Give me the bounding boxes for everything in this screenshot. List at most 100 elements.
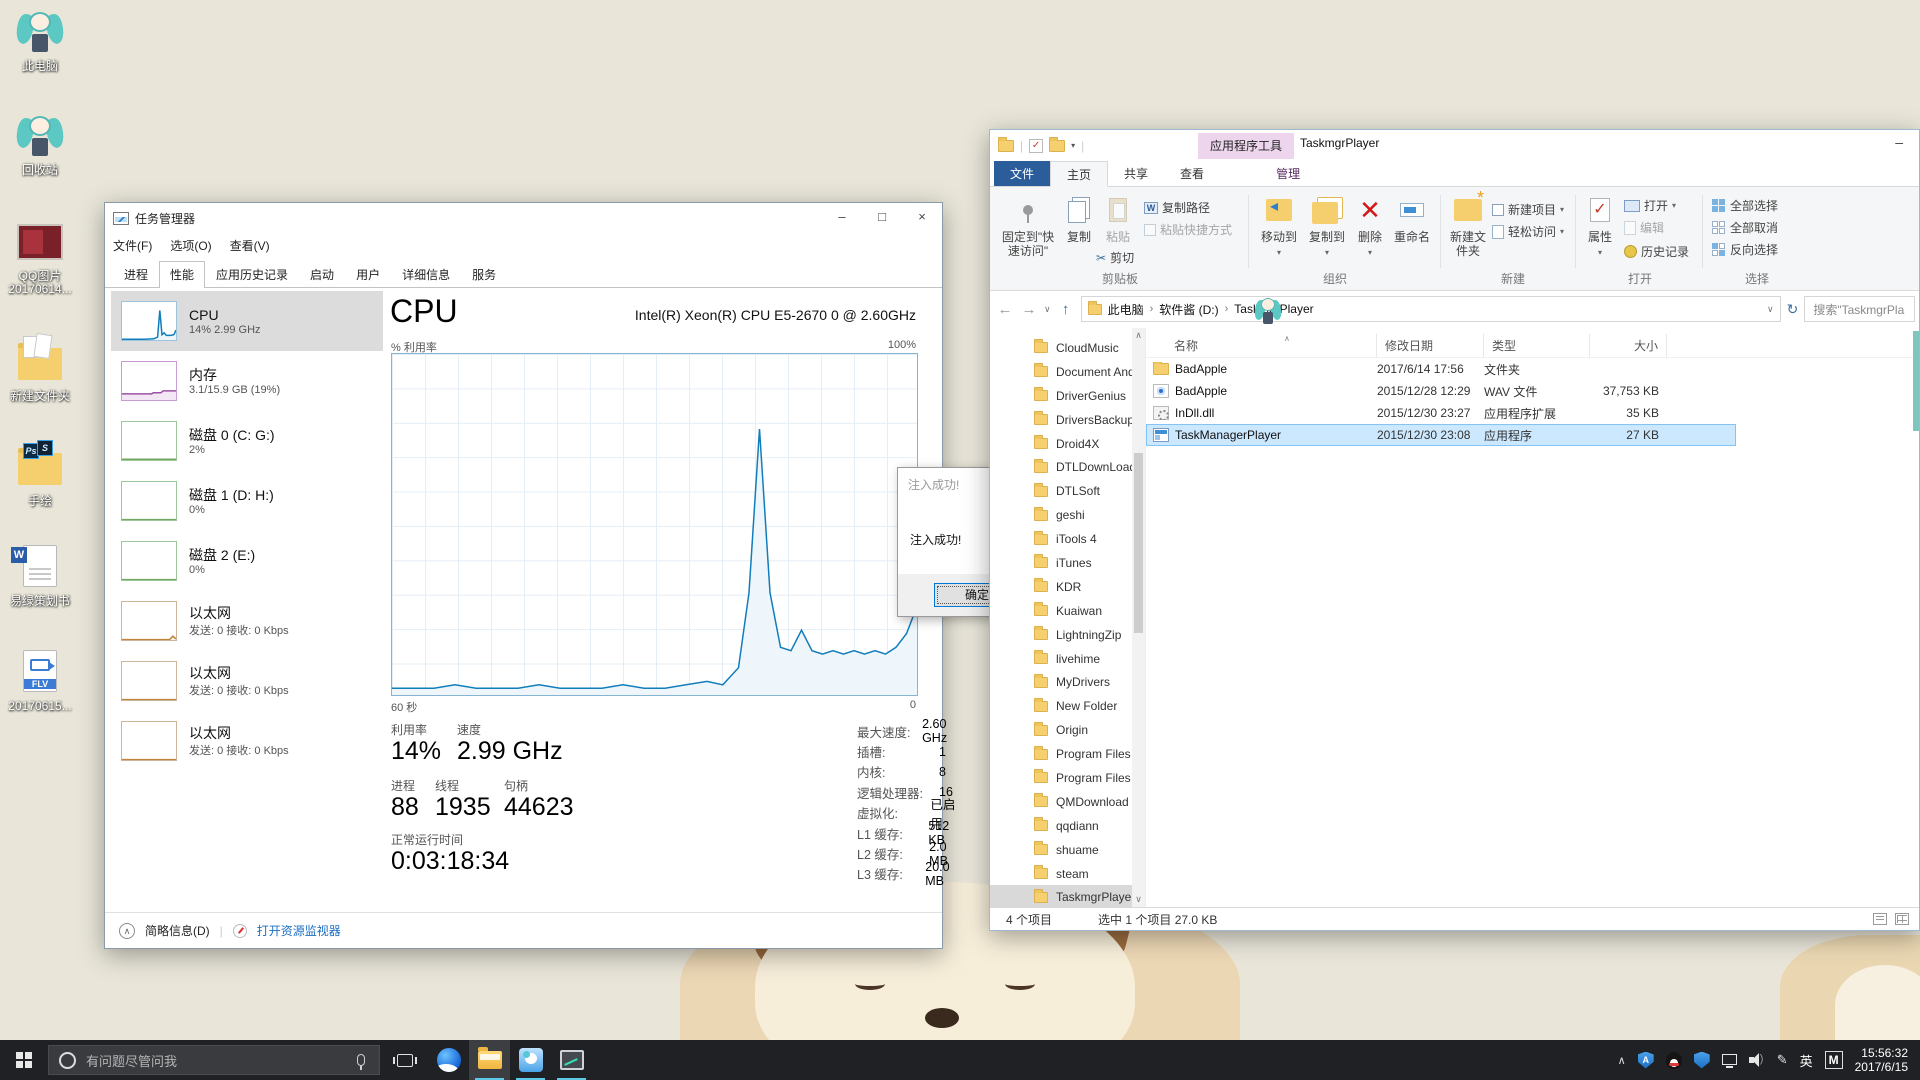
history-button[interactable]: 历史记录 — [1624, 243, 1689, 260]
column-header-date[interactable]: 修改日期 — [1377, 334, 1484, 357]
cortana-search-box[interactable]: 有问题尽管问我 — [48, 1045, 380, 1075]
move-to-button[interactable]: 移动到 ▾ — [1256, 193, 1302, 260]
rename-button[interactable]: 重命名 — [1388, 193, 1436, 244]
tray-expand-icon[interactable]: ∧ — [1618, 1054, 1626, 1067]
thumbnails-view-icon[interactable] — [1895, 913, 1909, 925]
task-view-button[interactable] — [388, 1040, 422, 1080]
file-row-InDll.dll[interactable]: InDll.dll 2015/12/30 23:27 应用程序扩展 35 KB — [1146, 402, 1736, 424]
taskmgr-tab-进程[interactable]: 进程 — [113, 261, 159, 288]
nav-folder-DriversBackup[interactable]: DriversBackup — [990, 408, 1145, 432]
breadcrumb-drive-d[interactable]: 软件酱 (D:) — [1159, 301, 1218, 318]
open-button[interactable]: 打开 ▾ — [1624, 197, 1676, 214]
properties-qat-icon[interactable]: ✓ — [1029, 138, 1044, 153]
nav-scrollbar-thumb[interactable] — [1134, 453, 1143, 633]
qq-icon[interactable] — [1665, 1051, 1682, 1069]
properties-button[interactable]: ✓ 属性 ▾ — [1582, 193, 1618, 260]
column-header-type[interactable]: 类型 — [1484, 334, 1590, 357]
taskmgr-titlebar[interactable]: 任务管理器 – □ × — [105, 203, 942, 233]
paste-shortcut-button[interactable]: 粘贴快捷方式 — [1144, 221, 1232, 238]
search-input[interactable]: 搜索"TaskmgrPla — [1804, 296, 1915, 322]
security-shield-icon[interactable] — [1693, 1051, 1710, 1069]
delete-button[interactable]: ✕ 删除 ▾ — [1352, 193, 1388, 260]
nav-folder-geshi[interactable]: geshi — [990, 503, 1145, 527]
refresh-icon[interactable]: ↻ — [1787, 301, 1799, 318]
copy-to-button[interactable]: 复制到 ▾ — [1304, 193, 1350, 260]
tab-manage[interactable]: 管理 — [1260, 161, 1316, 186]
nav-folder-qqdiann[interactable]: qqdiann — [990, 814, 1145, 838]
nav-folder-New Folder[interactable]: New Folder — [990, 694, 1145, 718]
desktop-icon-新建文件夹[interactable]: 新建文件夹 — [4, 333, 76, 403]
invert-selection-button[interactable]: 反向选择 — [1712, 241, 1778, 258]
perf-sidebar-磁盘 1 (D: H:)[interactable]: 磁盘 1 (D: H:) 0% — [111, 471, 383, 531]
taskmgr-tab-启动[interactable]: 启动 — [299, 261, 345, 288]
new-item-button[interactable]: 新建项目 ▾ — [1492, 201, 1564, 218]
forward-icon[interactable]: → — [1020, 301, 1038, 318]
perf-sidebar-CPU[interactable]: CPU 14% 2.99 GHz — [111, 291, 383, 351]
nav-folder-KDR[interactable]: KDR — [990, 575, 1145, 599]
language-indicator[interactable]: 英 — [1800, 1051, 1813, 1070]
desktop-icon-QQ图片[interactable]: QQ图片 20170614... — [4, 218, 76, 296]
perf-sidebar-内存[interactable]: 内存 3.1/15.9 GB (19%) — [111, 351, 383, 411]
desktop-icon-20170615...[interactable]: FLV 20170615... — [4, 648, 76, 713]
desktop-icon-回收站[interactable]: 回收站 — [4, 112, 76, 177]
desktop-icon-易绿策划书[interactable]: W 易绿策划书 — [4, 543, 76, 608]
nav-folder-MyDrivers[interactable]: MyDrivers — [990, 670, 1145, 694]
column-header-name[interactable]: 名称 — [1146, 334, 1377, 357]
nav-folder-Program Files[interactable]: Program Files — [990, 742, 1145, 766]
tab-view[interactable]: 查看 — [1164, 161, 1220, 186]
taskbar-app-browser[interactable] — [428, 1040, 469, 1080]
tab-share[interactable]: 共享 — [1108, 161, 1164, 186]
taskmgr-tab-应用历史记录[interactable]: 应用历史记录 — [205, 261, 299, 288]
perf-sidebar-磁盘 0 (C: G:)[interactable]: 磁盘 0 (C: G:) 2% — [111, 411, 383, 471]
file-row-TaskManagerPlayer[interactable]: TaskManagerPlayer 2015/12/30 23:08 应用程序 27 … — [1146, 424, 1736, 446]
folder-icon[interactable] — [998, 136, 1014, 152]
perf-sidebar-以太网[interactable]: 以太网 发送: 0 接收: 0 Kbps — [111, 591, 383, 651]
menu-options[interactable]: 选项(O) — [170, 237, 211, 254]
file-row-BadApple[interactable]: BadApple 2017/6/14 17:56 文件夹 — [1146, 358, 1736, 380]
nav-scrollbar[interactable]: ∧ ∨ — [1132, 328, 1145, 907]
tab-file[interactable]: 文件 — [994, 161, 1051, 186]
nav-folder-iTunes[interactable]: iTunes — [990, 551, 1145, 575]
network-icon[interactable] — [1721, 1053, 1737, 1068]
edit-button[interactable]: 编辑 — [1624, 219, 1664, 236]
easy-access-button[interactable]: 轻松访问 ▾ — [1492, 223, 1564, 240]
collapse-icon[interactable]: ∧ — [119, 922, 135, 939]
nav-folder-Origin[interactable]: Origin — [990, 718, 1145, 742]
nav-folder-DriverGenius[interactable]: DriverGenius — [990, 384, 1145, 408]
minimize-icon[interactable]: – — [1895, 134, 1903, 150]
volume-icon[interactable]: ) — [1748, 1053, 1765, 1067]
taskbar-app-taskmgr[interactable] — [551, 1040, 592, 1080]
breadcrumb[interactable]: 此电脑 › 软件酱 (D:) › TaskmgrPlayer ∨ — [1080, 296, 1781, 322]
desktop-icon-此电脑[interactable]: 此电脑 — [4, 8, 76, 73]
new-folder-qat-icon[interactable] — [1049, 136, 1066, 152]
nav-folder-DTLSoft[interactable]: DTLSoft — [990, 479, 1145, 503]
nav-folder-Kuaiwan[interactable]: Kuaiwan — [990, 599, 1145, 623]
paste-button[interactable]: 粘贴 — [1098, 193, 1138, 244]
pen-input-icon[interactable]: ✎ — [1777, 1052, 1788, 1068]
select-none-button[interactable]: 全部取消 — [1712, 219, 1778, 236]
taskmgr-tab-服务[interactable]: 服务 — [461, 261, 507, 288]
breadcrumb-this-pc[interactable]: 此电脑 — [1108, 301, 1144, 318]
back-icon[interactable]: ← — [996, 301, 1014, 318]
address-dropdown-icon[interactable]: ∨ — [1767, 304, 1774, 315]
nav-folder-CloudMusic[interactable]: CloudMusic — [990, 336, 1145, 360]
nav-folder-Program Files[interactable]: Program Files — [990, 766, 1145, 790]
nav-folder-Document And[interactable]: Document And — [990, 360, 1145, 384]
taskmgr-tab-详细信息[interactable]: 详细信息 — [391, 261, 461, 288]
nav-folder-iTools 4[interactable]: iTools 4 — [990, 527, 1145, 551]
pin-to-quick-access-button[interactable]: 固定到"快速访问" — [998, 193, 1058, 258]
microphone-icon[interactable] — [357, 1054, 365, 1070]
taskmgr-tab-用户[interactable]: 用户 — [345, 261, 391, 288]
nav-folder-steam[interactable]: steam — [990, 862, 1145, 886]
details-view-icon[interactable] — [1873, 913, 1887, 925]
column-header-size[interactable]: 大小 — [1590, 334, 1667, 357]
new-folder-button[interactable]: 新建文件夹 — [1446, 191, 1490, 258]
minimize-icon[interactable]: – — [822, 203, 862, 233]
taskbar-app-livehime[interactable] — [510, 1040, 551, 1080]
up-icon[interactable]: ↑ — [1057, 301, 1075, 318]
open-resource-monitor-link[interactable]: 打开资源监视器 — [257, 922, 341, 939]
nav-folder-LightningZip[interactable]: LightningZip — [990, 623, 1145, 647]
file-scrollbar-accent[interactable] — [1913, 331, 1919, 431]
fewer-details-toggle[interactable]: 简略信息(D) — [145, 922, 210, 939]
taskbar-app-explorer[interactable] — [469, 1040, 510, 1080]
